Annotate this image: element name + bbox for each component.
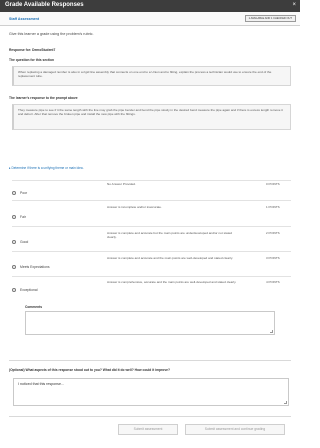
rubric-option-description: No Answer Provided. — [107, 182, 136, 186]
rubric-option-points: 0 POINTS — [266, 182, 280, 186]
radio-fair[interactable] — [12, 215, 16, 219]
rubric-option-points: 3 POINTS — [266, 256, 280, 260]
feedback-textarea[interactable]: I noticed that this response... — [13, 378, 289, 406]
response-for-heading: Response for: DemoStudent7 — [9, 48, 56, 52]
rubric-option-points: 2 POINTS — [266, 231, 280, 235]
radio-meets-expectations[interactable] — [12, 265, 16, 269]
rubric-option-label: Good — [20, 240, 29, 244]
availability-badge: 1 AVAILABLE AND 1 CHECKED OUT — [244, 15, 296, 22]
question-label: The question for this section — [9, 58, 55, 62]
optional-feedback-label: (Optional) What aspects of this response… — [9, 368, 170, 372]
rubric-option-label: Exceptional — [20, 288, 38, 292]
radio-exceptional[interactable] — [12, 288, 16, 292]
submit-and-continue-button[interactable]: Submit assessment and continue grading — [185, 424, 285, 435]
rubric-divider — [12, 180, 291, 181]
staff-assessment-bar: Staff Assessment 1 AVAILABLE AND 1 CHECK… — [0, 12, 300, 26]
radio-good[interactable] — [12, 240, 16, 244]
submit-assessment-button[interactable]: Submit assessment — [118, 424, 178, 435]
learner-response-box: They measure pipe to see if it the same … — [12, 104, 291, 130]
resize-handle-icon[interactable] — [284, 401, 287, 404]
rubric-option-description: Answer is complete and accurate but the … — [107, 231, 233, 240]
rubric-divider — [12, 200, 291, 201]
rubric-divider — [12, 226, 291, 227]
rubric-option-label: Poor — [20, 191, 28, 195]
radio-poor[interactable] — [12, 191, 16, 195]
rubric-divider — [12, 251, 291, 252]
section-divider — [9, 416, 291, 417]
comments-textarea[interactable] — [25, 311, 275, 335]
instructions-text: Give this learner a grade using the prob… — [9, 32, 94, 36]
modal-header: Grade Available Responses × — [0, 0, 300, 12]
rubric-option-description: Answer is incomplete and/or inaccurate. — [107, 205, 162, 209]
close-icon[interactable]: × — [292, 2, 296, 8]
section-divider — [9, 360, 291, 361]
learner-response-text: They measure pipe to see if it the same … — [18, 108, 283, 117]
question-text: When replacing a damaged number is also … — [18, 70, 272, 79]
resize-handle-icon[interactable] — [270, 330, 273, 333]
rubric-option-description: Answer is complete and accurate and the … — [107, 256, 233, 260]
rubric-option-description: Answer is comprehensive, accurate and th… — [107, 280, 237, 284]
rubric-option-points: 1 POINTS — [266, 205, 280, 209]
rubric-divider — [12, 276, 291, 277]
learner-response-label: The learner's response to the prompt abo… — [9, 96, 78, 100]
rubric-option-label: Fair — [20, 215, 26, 219]
comments-label: Comments — [25, 305, 43, 309]
question-box: When replacing a damaged number is also … — [12, 66, 291, 86]
modal-title: Grade Available Responses — [5, 2, 84, 8]
rubric-option-points: 4 POINTS — [266, 280, 280, 284]
rubric-criterion-link[interactable]: ▸ Determine if there is a unifying theme… — [9, 166, 84, 170]
staff-assessment-tab[interactable]: Staff Assessment — [9, 17, 39, 21]
rubric-option-label: Meets Expectations — [20, 265, 50, 269]
feedback-text: I noticed that this response... — [18, 382, 64, 386]
